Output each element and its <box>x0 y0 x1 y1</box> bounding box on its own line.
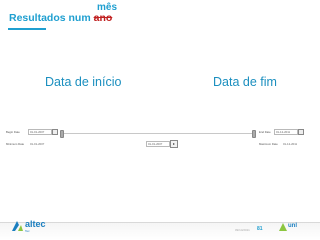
altec-logo-mark-icon <box>12 221 23 231</box>
end-date-calendar-icon[interactable] <box>298 129 304 135</box>
begin-date-field[interactable]: 01-01-2007 <box>28 129 52 135</box>
maximum-date-label: Maximum Date <box>259 142 278 146</box>
begin-date-calendar-icon[interactable] <box>52 129 58 135</box>
unl-logo: unl <box>278 222 312 236</box>
replacement-word: mês <box>97 2 118 13</box>
page-number: 81 <box>257 226 263 232</box>
title-underline <box>8 28 46 30</box>
slider-start-handle[interactable] <box>60 130 64 138</box>
middle-date-field[interactable]: 01-01-2007 <box>146 141 170 147</box>
title-prefix: Resultados num <box>9 12 94 24</box>
date-range-slider-track[interactable] <box>61 132 253 134</box>
altec-wordmark: altec <box>25 219 46 229</box>
step-arrow-icon[interactable]: ▸ <box>170 140 178 148</box>
minimum-date-label: Minimum Date <box>6 142 25 146</box>
struck-word: ano <box>93 12 113 24</box>
begin-date-label: Begin Date <box>6 130 20 134</box>
end-date-caption: Data de fim <box>213 75 277 89</box>
altec-logo: altec Tec <box>10 218 60 236</box>
start-date-caption: Data de início <box>45 75 122 89</box>
footer-date: 09/14/2011 <box>235 228 250 232</box>
slider-end-handle[interactable] <box>252 130 256 138</box>
end-date-field[interactable]: 01-12-2011 <box>274 129 298 135</box>
date-range-panel: Begin Date 01-01-2007 End Date 01-12-201… <box>6 124 314 149</box>
altec-subtext: Tec <box>25 229 30 233</box>
slide-title: Resultados num ano <box>9 12 112 24</box>
maximum-date-value: 01-12-2011 <box>281 141 305 147</box>
unl-logo-mark-icon <box>279 223 287 231</box>
minimum-date-value: 01-01-2007 <box>28 141 52 147</box>
unl-wordmark: unl <box>288 223 297 229</box>
end-date-label: End Date <box>259 130 271 134</box>
